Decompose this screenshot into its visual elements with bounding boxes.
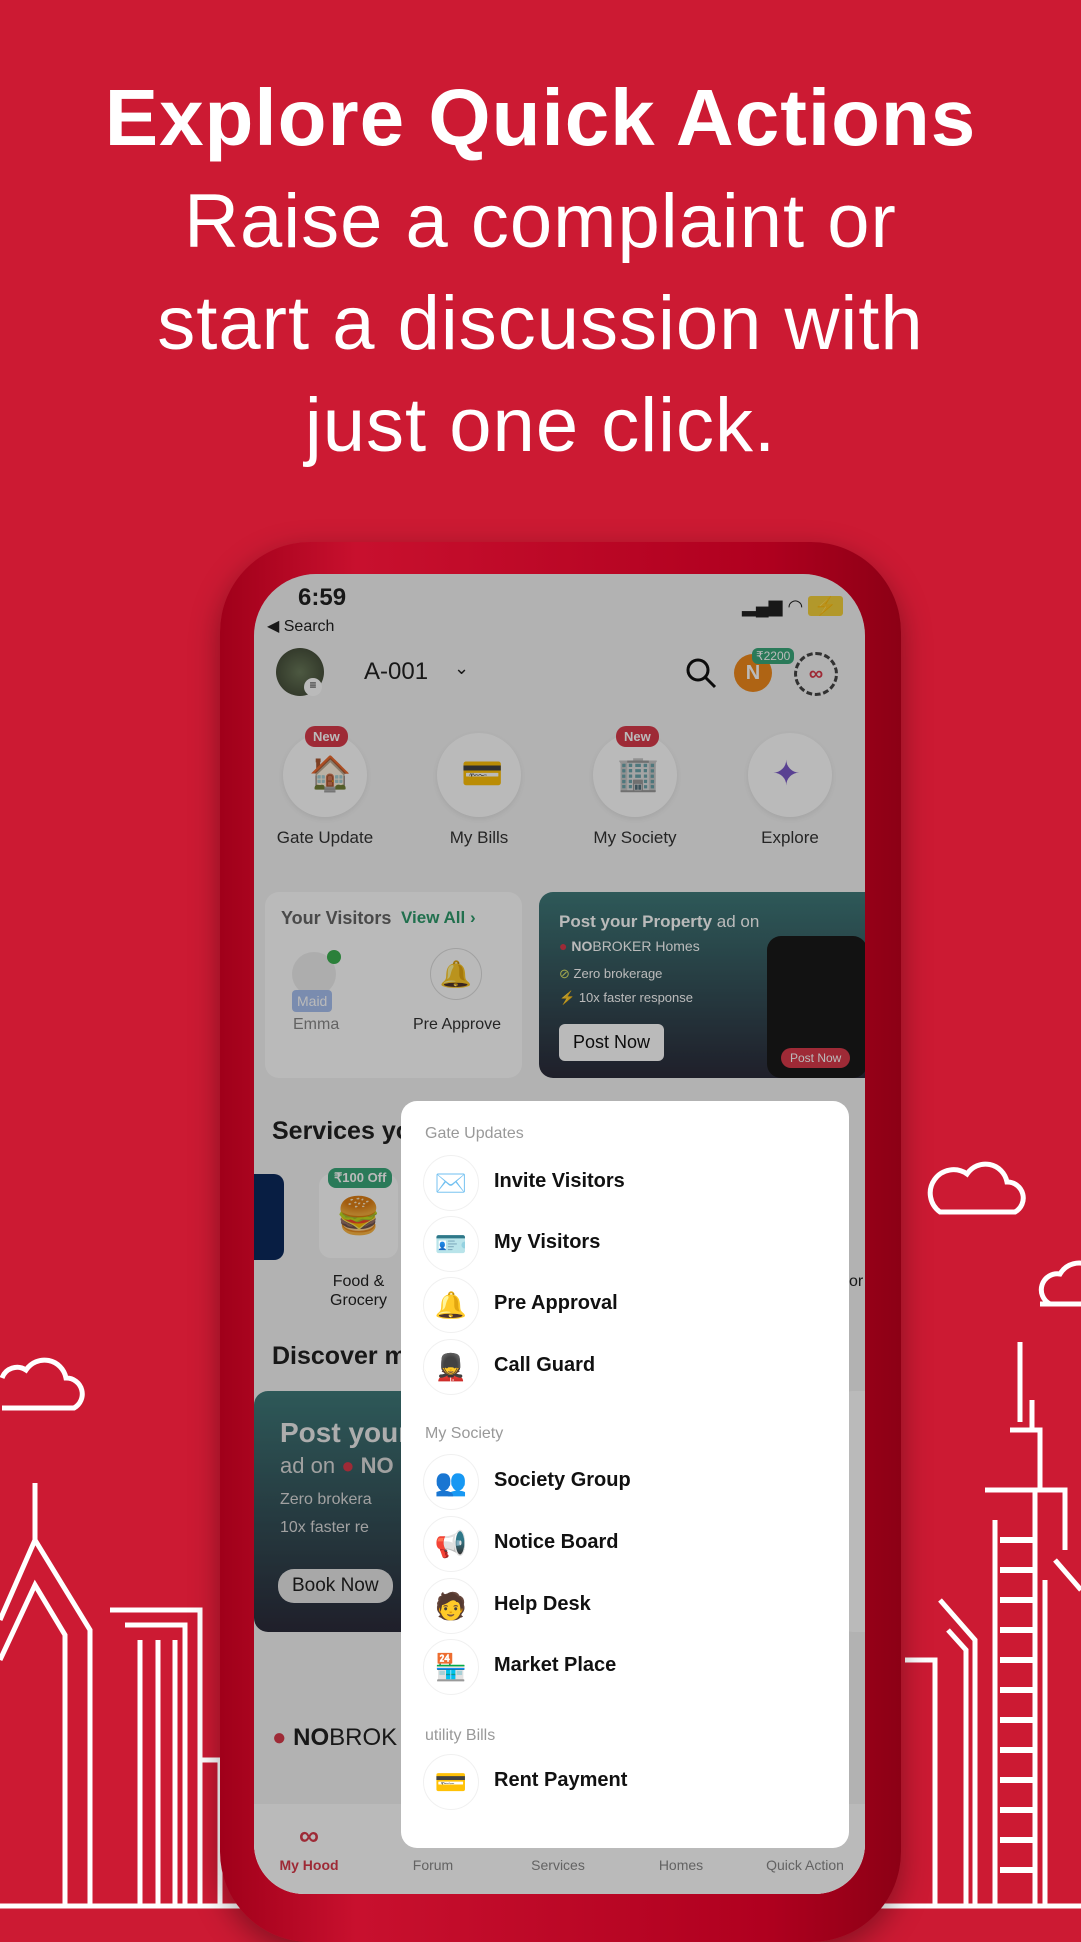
cloud-icon (1038, 1260, 1081, 1307)
menu-item-pre-approval[interactable]: 🔔 Pre Approval (423, 1277, 823, 1333)
cloud-icon (0, 1357, 85, 1411)
menu-item-my-visitors[interactable]: 🪪 My Visitors (423, 1216, 823, 1272)
support-agent-icon: 🧑 (423, 1578, 479, 1634)
section-title: utility Bills (425, 1727, 496, 1744)
menu-item-label: Invite Visitors (494, 1170, 625, 1192)
menu-item-notice-board[interactable]: 📢 Notice Board (423, 1516, 823, 1572)
menu-item-label: Call Guard (494, 1354, 596, 1376)
section-title: My Society (425, 1425, 504, 1442)
menu-item-invite-visitors[interactable]: ✉️ Invite Visitors (423, 1155, 823, 1211)
menu-item-market-place[interactable]: 🏪 Market Place (423, 1639, 823, 1695)
group-icon: 👥 (423, 1454, 479, 1510)
menu-item-society-group[interactable]: 👥 Society Group (423, 1454, 823, 1510)
section-title: Gate Updates (425, 1125, 524, 1142)
menu-item-call-guard[interactable]: 💂 Call Guard (423, 1339, 823, 1395)
menu-item-label: My Visitors (494, 1231, 601, 1253)
megaphone-icon: 📢 (423, 1516, 479, 1572)
cloud-icon (927, 1161, 1026, 1215)
card-payment-icon: 💳 (423, 1754, 479, 1810)
menu-item-label: Rent Payment (494, 1769, 628, 1791)
menu-item-rent-payment[interactable]: 💳 Rent Payment (423, 1754, 823, 1810)
menu-item-label: Notice Board (494, 1531, 619, 1553)
quick-action-menu: Gate Updates ✉️ Invite Visitors 🪪 My Visit… (401, 1101, 849, 1848)
menu-item-label: Market Place (494, 1654, 617, 1676)
menu-item-label: Pre Approval (494, 1292, 618, 1314)
menu-item-label: Society Group (494, 1469, 631, 1491)
menu-item-label: Help Desk (494, 1593, 591, 1615)
bell-icon: 🔔 (423, 1277, 479, 1333)
phone-screen: 6:59 ◀ Search ▂▄▆ ◠ ⚡ ≡ A-001 ⌄ N ₹2200 … (254, 574, 865, 1894)
guard-icon: 💂 (423, 1339, 479, 1395)
envelope-icon: ✉️ (423, 1155, 479, 1211)
menu-item-help-desk[interactable]: 🧑 Help Desk (423, 1578, 823, 1634)
id-card-icon: 🪪 (423, 1216, 479, 1272)
shop-icon: 🏪 (423, 1639, 479, 1695)
